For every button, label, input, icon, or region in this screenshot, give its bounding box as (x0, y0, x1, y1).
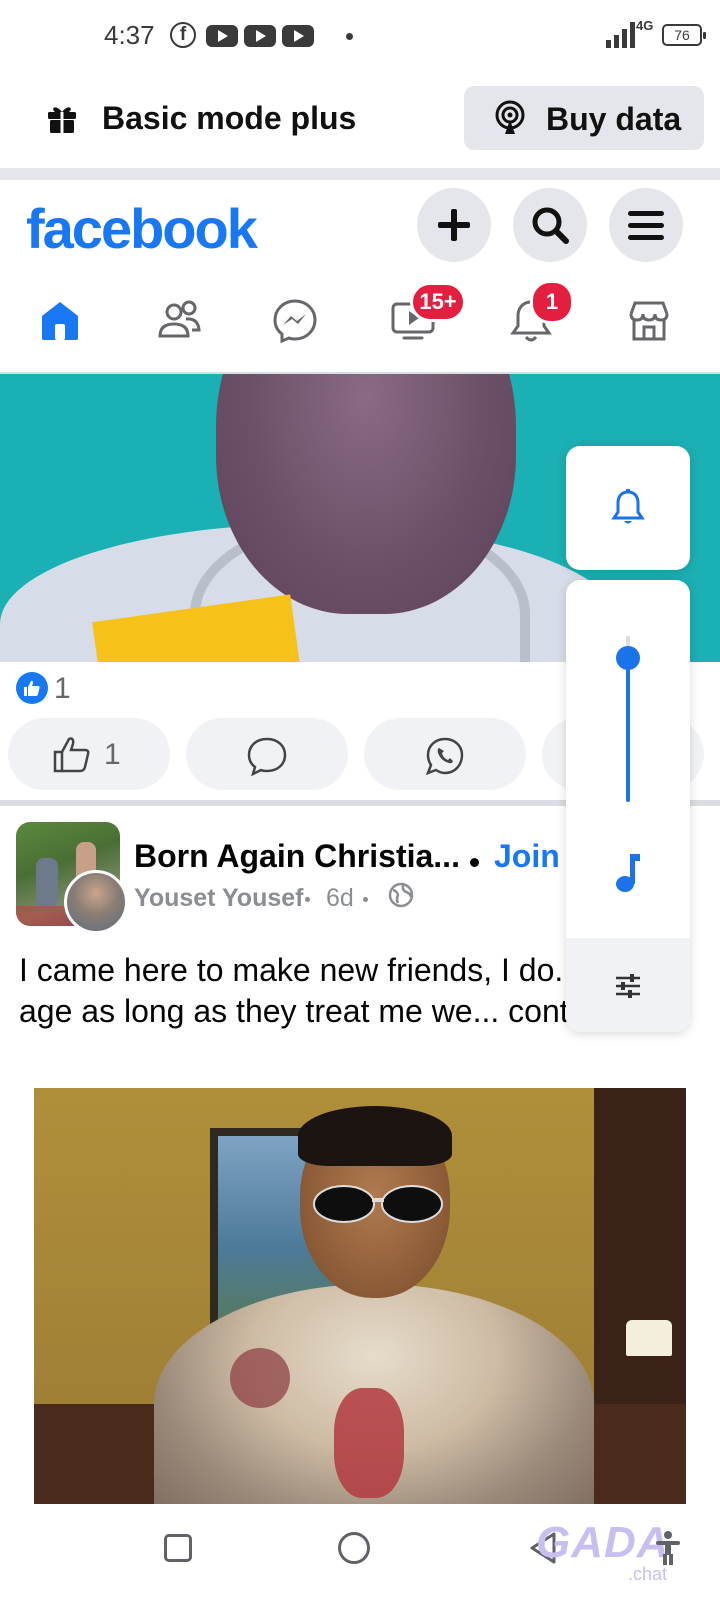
post-author[interactable]: Youset Yousef (134, 884, 303, 913)
signal-icon (606, 22, 636, 48)
reaction-count[interactable]: 1 (54, 672, 71, 706)
join-group-link[interactable]: Join (494, 838, 560, 875)
equalizer-icon (616, 974, 640, 998)
youtube-notification-icon (282, 25, 314, 47)
create-button[interactable] (417, 188, 491, 262)
marketplace-icon (629, 301, 669, 341)
like-icon (53, 737, 90, 773)
tab-video[interactable]: 15+ (380, 282, 466, 352)
whatsapp-share-button[interactable] (364, 718, 526, 790)
home-icon (42, 302, 78, 340)
watermark-sub: .chat (628, 1564, 668, 1584)
like-reaction-icon (16, 672, 48, 704)
buy-data-icon (495, 100, 525, 134)
tab-notifications[interactable]: 1 (498, 280, 574, 352)
bell-icon (611, 489, 645, 524)
facebook-logo[interactable]: facebook (26, 196, 258, 261)
music-note-icon (616, 854, 640, 892)
friends-icon (158, 300, 201, 338)
volume-panel (566, 580, 690, 1032)
user-avatar[interactable] (64, 870, 128, 934)
notifications-badge: 1 (530, 280, 574, 324)
menu-button[interactable] (609, 188, 683, 262)
more-notifications-dot (346, 33, 353, 40)
divider (0, 168, 720, 180)
separator-dot (363, 897, 368, 902)
comment-icon (247, 737, 287, 776)
buy-data-label: Buy data (546, 101, 682, 137)
globe-icon (388, 882, 414, 908)
gift-icon (48, 107, 76, 133)
recents-button[interactable] (164, 1534, 192, 1562)
sound-settings-button[interactable] (566, 938, 690, 1032)
youtube-notification-icon (244, 25, 276, 47)
system-navigation-bar: GADA .chat (0, 1504, 720, 1600)
like-count: 1 (104, 738, 121, 771)
whatsapp-icon (425, 737, 464, 776)
messenger-icon (273, 299, 317, 344)
network-type: 4G (636, 18, 654, 33)
tab-marketplace[interactable] (616, 292, 676, 352)
home-nav-button[interactable] (338, 1532, 370, 1564)
buy-data-button[interactable]: Buy data (464, 86, 704, 150)
battery-indicator: 76 (662, 24, 706, 46)
ringer-mode-button[interactable] (566, 446, 690, 570)
basic-mode-bar: Basic mode plus Buy data (0, 72, 720, 164)
youtube-notification-icon (206, 25, 238, 47)
video-badge: 15+ (410, 282, 466, 322)
watermark: GADA (536, 1518, 670, 1567)
volume-slider[interactable] (626, 656, 630, 802)
comment-button[interactable] (186, 718, 348, 790)
facebook-notification-icon: f (170, 22, 196, 48)
tab-messenger[interactable] (262, 292, 322, 352)
accessibility-icon[interactable] (654, 1530, 682, 1566)
plus-icon (438, 209, 470, 241)
search-button[interactable] (513, 188, 587, 262)
separator-dot (470, 858, 479, 867)
post-photo[interactable] (34, 1088, 686, 1504)
search-icon (532, 207, 569, 244)
like-button[interactable]: 1 (8, 718, 170, 790)
menu-icon (628, 211, 664, 240)
post-time[interactable]: 6d (326, 884, 354, 913)
basic-mode-label[interactable]: Basic mode plus (102, 100, 356, 137)
status-bar: 4:37 f 4G 76 (0, 0, 720, 72)
tab-home[interactable] (28, 292, 88, 352)
tab-friends[interactable] (146, 292, 206, 352)
status-time: 4:37 (104, 20, 155, 50)
separator-dot (305, 897, 310, 902)
volume-slider-knob[interactable] (616, 646, 640, 670)
group-name[interactable]: Born Again Christia... (134, 838, 460, 875)
